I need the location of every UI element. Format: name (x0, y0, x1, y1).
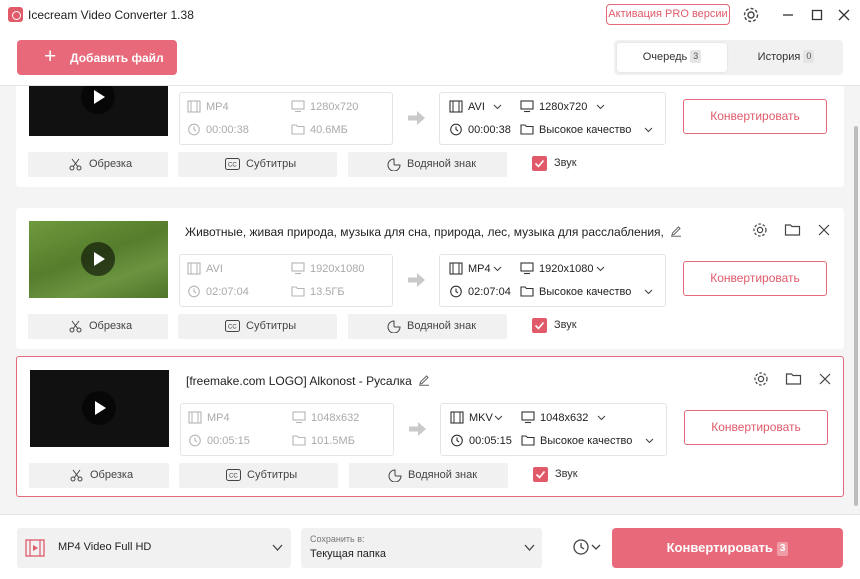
edit-name-icon[interactable] (418, 374, 430, 386)
arrow-right-icon (408, 111, 425, 125)
output-settings: MKV 1048x632 00:05:15 Высокое качество (440, 403, 667, 456)
file-name[interactable]: Животные, живая природа, музыка для сна,… (185, 225, 682, 239)
tab-history[interactable]: История 0 (731, 43, 841, 72)
remove-icon[interactable] (816, 370, 834, 388)
source-info: MP4 1048x632 00:05:15 101.5МБ (180, 403, 394, 456)
activate-pro-button[interactable]: Активация PRO версии (606, 4, 730, 25)
convert-all-button[interactable]: Конвертировать 3 (612, 528, 843, 568)
convert-button[interactable]: Конвертировать (683, 261, 827, 296)
play-icon[interactable] (81, 86, 115, 114)
watermark-button[interactable]: Водяной знак (348, 314, 507, 339)
svg-text:CC: CC (229, 474, 238, 480)
watermark-button[interactable]: Водяной знак (348, 152, 507, 177)
subtitles-button[interactable]: CC Субтитры (178, 152, 337, 177)
settings-icon[interactable] (752, 370, 770, 388)
scrollbar[interactable] (852, 86, 860, 514)
queue-list: output MP4 1280x720 00:00:38 40.6МБ AVI … (0, 86, 852, 514)
arrow-right-icon (409, 422, 426, 436)
trim-button[interactable]: Обрезка (28, 152, 168, 177)
save-location-select[interactable]: Сохранить в: Текущая папка (301, 528, 542, 568)
tab-queue[interactable]: Очередь 3 (617, 43, 727, 72)
subtitles-button[interactable]: CC Субтитры (178, 314, 337, 339)
settings-icon[interactable] (751, 221, 769, 239)
convert-button[interactable]: Конвертировать (683, 99, 827, 134)
video-thumbnail[interactable] (29, 86, 168, 136)
file-card[interactable]: output MP4 1280x720 00:00:38 40.6МБ AVI … (16, 86, 844, 187)
watermark-icon (387, 320, 401, 333)
svg-text:CC: CC (228, 325, 237, 331)
trim-button[interactable]: Обрезка (28, 314, 168, 339)
arrow-right-icon (408, 273, 425, 287)
video-thumbnail[interactable] (29, 221, 168, 298)
video-format-icon (25, 539, 45, 557)
output-settings: MP4 1920x1080 02:07:04 Высокое качество (439, 254, 666, 307)
plus-icon: + (44, 45, 57, 68)
subtitles-icon: CC (225, 320, 240, 332)
schedule-timer-icon[interactable] (572, 537, 602, 557)
settings-icon[interactable] (741, 5, 761, 25)
chevron-down-icon (272, 544, 283, 551)
scrollbar-thumb[interactable] (854, 126, 858, 506)
checkbox-checked-icon[interactable] (532, 156, 547, 171)
subtitles-button[interactable]: CC Субтитры (179, 463, 338, 488)
minimize-icon[interactable] (778, 5, 798, 25)
file-card[interactable]: Животные, живая природа, музыка для сна,… (16, 208, 844, 349)
chevron-down-icon (524, 544, 535, 551)
scissors-icon (69, 320, 82, 333)
maximize-icon[interactable] (807, 5, 827, 25)
checkbox-checked-icon[interactable] (532, 318, 547, 333)
toolbar: + Добавить файл Очередь 3 История 0 (0, 30, 860, 86)
video-thumbnail[interactable] (30, 370, 169, 447)
watermark-icon (387, 158, 401, 171)
add-file-button[interactable]: + Добавить файл (17, 40, 177, 75)
watermark-button[interactable]: Водяной знак (349, 463, 508, 488)
history-count-badge: 0 (803, 50, 815, 63)
open-folder-icon[interactable] (784, 221, 802, 239)
app-logo-icon (8, 7, 23, 22)
queue-history-tabs: Очередь 3 История 0 (614, 40, 843, 75)
trim-button[interactable]: Обрезка (29, 463, 169, 488)
remove-icon[interactable] (815, 221, 833, 239)
play-icon[interactable] (82, 391, 116, 425)
edit-name-icon[interactable] (670, 225, 682, 237)
source-info: MP4 1280x720 00:00:38 40.6МБ (179, 92, 393, 145)
convert-count-badge: 3 (776, 542, 789, 556)
file-card[interactable]: [freemake.com LOGO] Alkonost - Русалка M… (16, 356, 844, 497)
convert-button[interactable]: Конвертировать (684, 410, 828, 445)
subtitles-icon: CC (226, 469, 241, 481)
title-bar: Icecream Video Converter 1.38 Активация … (0, 0, 860, 30)
open-folder-icon[interactable] (785, 370, 803, 388)
svg-text:CC: CC (228, 163, 237, 169)
queue-count-badge: 3 (690, 50, 702, 63)
file-name[interactable]: [freemake.com LOGO] Alkonost - Русалка (186, 374, 430, 388)
footer-bar: MP4 Video Full HD Сохранить в: Текущая п… (0, 514, 860, 579)
play-icon[interactable] (81, 242, 115, 276)
scissors-icon (70, 469, 83, 482)
output-format-select[interactable]: MP4 Video Full HD (17, 528, 291, 568)
close-icon[interactable] (834, 5, 854, 25)
subtitles-icon: CC (225, 158, 240, 170)
app-title: Icecream Video Converter 1.38 (28, 8, 194, 22)
source-info: AVI 1920x1080 02:07:04 13.5ГБ (179, 254, 393, 307)
output-settings: AVI 1280x720 00:00:38 Высокое качество (439, 92, 666, 145)
checkbox-checked-icon[interactable] (533, 467, 548, 482)
scissors-icon (69, 158, 82, 171)
watermark-icon (388, 469, 402, 482)
